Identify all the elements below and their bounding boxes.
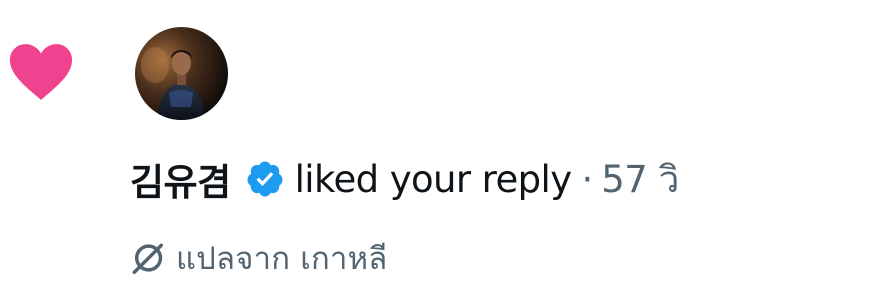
username[interactable]: 김유겸 bbox=[130, 152, 231, 206]
timestamp[interactable]: 57 วิ bbox=[601, 150, 679, 209]
verified-badge-icon bbox=[245, 159, 285, 199]
separator-dot: · bbox=[581, 157, 594, 201]
translate-button[interactable]: แปลจาก เกาหลี bbox=[128, 234, 387, 282]
translate-icon bbox=[128, 239, 166, 277]
notification-text-line: 김유겸 liked your reply · 57 วิ bbox=[130, 152, 679, 206]
heart-icon bbox=[8, 42, 74, 102]
avatar[interactable] bbox=[135, 27, 228, 120]
translate-label: แปลจาก เกาหลี bbox=[176, 241, 388, 277]
like-notification[interactable]: 김유겸 liked your reply · 57 วิ แปลจาก เกาห… bbox=[0, 0, 891, 297]
action-text: liked your reply bbox=[294, 157, 572, 201]
